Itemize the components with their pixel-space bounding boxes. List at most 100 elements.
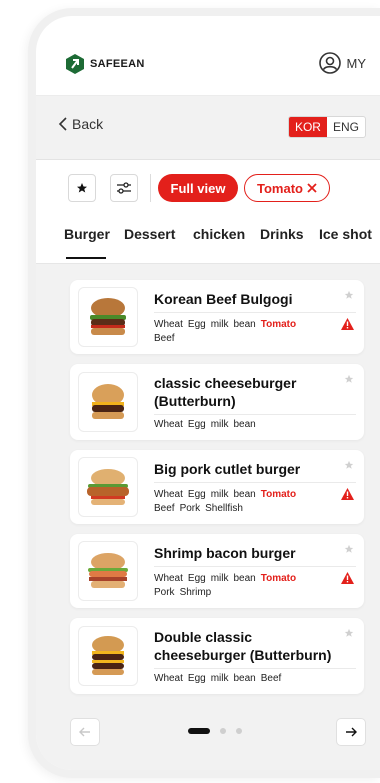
- tab-burger[interactable]: Burger: [64, 226, 110, 242]
- favorite-star-icon[interactable]: [344, 628, 354, 638]
- product-title: Big pork cutlet burger: [154, 460, 334, 478]
- brand-name: SAFEEAN: [90, 58, 145, 70]
- phone-frame: SAFEEAN MY Back KOR ENG Full view Tomato…: [28, 8, 380, 778]
- product-card[interactable]: Shrimp bacon burger Wheat Egg milk bean Toma…: [70, 534, 364, 608]
- tomato-chip-label: Tomato: [257, 180, 303, 196]
- ingredient: bean: [233, 573, 256, 584]
- warning-icon: [341, 318, 354, 330]
- next-page-button[interactable]: [336, 718, 366, 746]
- ingredient: Wheat: [154, 573, 183, 584]
- filter-settings-button[interactable]: [110, 174, 138, 202]
- ingredient: Egg: [187, 673, 206, 684]
- ingredient: milk: [210, 489, 229, 500]
- tomato-filter-chip[interactable]: Tomato: [244, 174, 330, 202]
- tab-drinks[interactable]: Drinks: [260, 226, 304, 242]
- tab-dessert[interactable]: Dessert: [124, 226, 175, 242]
- product-title-line: (Butterburn): [154, 393, 236, 409]
- user-icon: [318, 52, 341, 74]
- product-title: classic cheeseburger (Butterburn): [154, 374, 334, 410]
- ingredient: milk: [210, 419, 229, 430]
- card-divider: [154, 668, 356, 669]
- tab-chicken[interactable]: chicken: [193, 226, 245, 242]
- ingredient: Egg: [187, 419, 206, 430]
- product-title-line: Shrimp bacon burger: [154, 545, 296, 561]
- product-image: [78, 372, 138, 432]
- ingredient: milk: [210, 673, 229, 684]
- product-title-line: Double classic: [154, 629, 253, 645]
- highlighted-ingredient: Tomato: [260, 489, 297, 500]
- product-title-line: cheeseburger (Butterburn): [154, 647, 332, 663]
- back-button[interactable]: Back: [58, 116, 103, 132]
- warning-icon: [341, 488, 354, 500]
- favorite-star-icon[interactable]: [344, 460, 354, 470]
- full-view-button[interactable]: Full view: [158, 174, 238, 202]
- lang-kor-button[interactable]: KOR: [288, 117, 327, 137]
- product-card[interactable]: Big pork cutlet burger Wheat Egg milk bean T…: [70, 450, 364, 524]
- back-row: Back KOR ENG: [36, 96, 380, 160]
- ingredient: bean: [233, 489, 256, 500]
- product-image: [78, 626, 138, 686]
- favorites-button[interactable]: [68, 174, 96, 202]
- close-icon[interactable]: [307, 183, 317, 193]
- my-label: MY: [346, 55, 367, 71]
- tab-ice-shot[interactable]: Ice shot: [319, 226, 372, 242]
- product-title-line: classic cheeseburger: [154, 375, 297, 391]
- star-icon: [77, 183, 87, 193]
- ingredient: Shellfish: [205, 503, 243, 514]
- burger-image: [92, 384, 124, 419]
- ingredient-list: Wheat Egg milk bean Tomato Beef Pork Shellfish: [154, 488, 314, 516]
- category-tabs: Burger Dessert chicken Drinks Ice shot: [36, 216, 380, 264]
- ingredient: Beef: [154, 503, 175, 514]
- back-label: Back: [72, 116, 104, 132]
- app-screen: SAFEEAN MY Back KOR ENG Full view Tomato…: [36, 16, 380, 770]
- chevron-left-icon: [58, 117, 67, 131]
- ingredient: Wheat: [154, 489, 183, 500]
- burger-image: [87, 469, 129, 505]
- product-card[interactable]: Double classic cheeseburger (Butterburn)…: [70, 618, 364, 694]
- ingredient: bean: [233, 419, 256, 430]
- card-divider: [154, 566, 356, 567]
- page-dot[interactable]: [236, 728, 242, 734]
- product-image: [78, 457, 138, 517]
- burger-image: [88, 553, 128, 588]
- product-title: Shrimp bacon burger: [154, 544, 334, 562]
- top-bar: SAFEEAN MY: [36, 16, 380, 96]
- ingredient: bean: [233, 319, 256, 330]
- product-image: [78, 287, 138, 347]
- product-card[interactable]: classic cheeseburger (Butterburn) Wheat E…: [70, 364, 364, 440]
- prev-page-button[interactable]: [70, 718, 100, 746]
- ingredient: Pork: [179, 503, 201, 514]
- page-dot[interactable]: [220, 728, 226, 734]
- filter-divider: [150, 174, 151, 202]
- burger-image: [90, 298, 126, 335]
- ingredient: Pork: [154, 587, 175, 598]
- product-title: Double classic cheeseburger (Butterburn): [154, 628, 334, 664]
- favorite-star-icon[interactable]: [344, 290, 354, 300]
- highlighted-ingredient: Tomato: [260, 573, 297, 584]
- brand-logo[interactable]: SAFEEAN: [66, 54, 145, 74]
- ingredient: bean: [233, 673, 256, 684]
- arrow-left-icon: [79, 727, 90, 737]
- ingredient-list: Wheat Egg milk bean: [154, 418, 314, 432]
- pagination: [36, 716, 380, 760]
- ingredient-list: Wheat Egg milk bean Tomato Beef: [154, 318, 314, 346]
- arrow-right-icon: [346, 727, 357, 737]
- favorite-star-icon[interactable]: [344, 374, 354, 384]
- card-divider: [154, 312, 356, 313]
- my-account-button[interactable]: MY: [318, 52, 367, 74]
- filter-bar: Full view Tomato: [36, 160, 380, 216]
- burger-image: [92, 636, 124, 675]
- ingredient: Wheat: [154, 419, 183, 430]
- sliders-icon: [117, 182, 131, 194]
- page-dot-active[interactable]: [188, 728, 210, 734]
- ingredient: Beef: [260, 673, 282, 684]
- logo-mark-icon: [66, 54, 84, 74]
- product-card[interactable]: Korean Beef Bulgogi Wheat Egg milk bean Toma…: [70, 280, 364, 354]
- lang-eng-button[interactable]: ENG: [327, 117, 365, 137]
- favorite-star-icon[interactable]: [344, 544, 354, 554]
- language-toggle: KOR ENG: [287, 116, 366, 138]
- ingredient: Wheat: [154, 673, 183, 684]
- card-divider: [154, 414, 356, 415]
- warning-icon: [341, 572, 354, 584]
- product-title-line: Korean Beef Bulgogi: [154, 291, 293, 307]
